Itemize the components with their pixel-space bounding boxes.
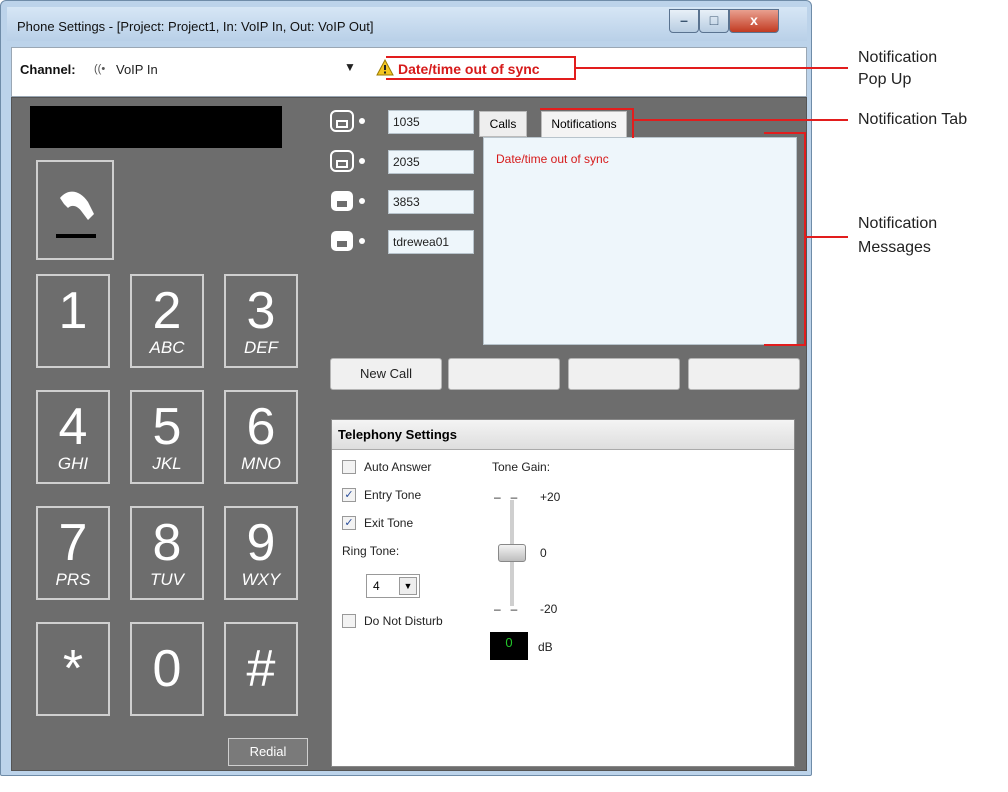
annotation-messages-line2: Messages	[858, 239, 931, 256]
key-digit: 5	[152, 398, 182, 456]
popup-callout-line	[576, 67, 848, 69]
key-hash[interactable]: #	[224, 622, 298, 716]
handset-off-hook-icon	[56, 191, 96, 238]
key-9[interactable]: 9 WXY	[224, 506, 298, 600]
phone-idle-icon[interactable]	[330, 150, 370, 172]
dial-display	[30, 106, 282, 148]
minimize-icon: –	[680, 12, 688, 28]
key-letters: PRS	[55, 570, 91, 589]
key-3[interactable]: 3 DEF	[224, 274, 298, 368]
redial-button[interactable]: Redial	[228, 738, 308, 766]
key-digit: 4	[58, 398, 88, 456]
minimize-button[interactable]: –	[669, 9, 699, 33]
chevron-down-icon[interactable]: ▼	[344, 60, 356, 74]
tab-highlight	[540, 108, 634, 138]
chevron-down-icon[interactable]: ▼	[399, 577, 417, 595]
messages-callout-line	[806, 236, 848, 238]
annotation-popup-line2: Pop Up	[858, 71, 912, 88]
entry-tone-label: Entry Tone	[364, 488, 422, 502]
line-4-field[interactable]: tdrewea01	[388, 230, 474, 254]
maximize-button[interactable]: □	[699, 9, 729, 33]
gain-mid-label: 0	[540, 546, 547, 560]
key-letters: TUV	[150, 570, 184, 589]
action-button-2[interactable]	[448, 358, 560, 390]
key-digit: 6	[246, 398, 276, 456]
gain-unit-label: dB	[538, 640, 553, 654]
action-button-3[interactable]	[568, 358, 680, 390]
hook-button[interactable]	[36, 160, 114, 260]
key-letters: MNO	[241, 454, 281, 473]
ring-tone-label: Ring Tone:	[342, 544, 400, 558]
auto-answer-checkbox[interactable]	[342, 460, 356, 474]
key-1[interactable]: 1	[36, 274, 110, 368]
key-digit: 3	[246, 282, 276, 340]
tone-gain-label: Tone Gain:	[492, 460, 551, 474]
phone-settings-window: Phone Settings - [Project: Project1, In:…	[0, 0, 812, 776]
ring-tone-select[interactable]: 4 ▼	[366, 574, 420, 598]
line-2-field[interactable]: 2035	[388, 150, 474, 174]
tone-gain-slider-thumb[interactable]	[498, 544, 526, 562]
gain-value-display: 0	[490, 632, 528, 660]
channel-label: Channel:	[20, 62, 76, 77]
maximize-icon: □	[709, 12, 719, 28]
close-icon: x	[750, 12, 758, 28]
line-3-field[interactable]: 3853	[388, 190, 474, 214]
do-not-disturb-checkbox[interactable]	[342, 614, 356, 628]
key-4[interactable]: 4 GHI	[36, 390, 110, 484]
key-5[interactable]: 5 JKL	[130, 390, 204, 484]
key-6[interactable]: 6 MNO	[224, 390, 298, 484]
audio-stream-icon: ((•	[94, 63, 106, 75]
key-digit: 0	[152, 640, 182, 698]
annotation-tab: Notification Tab	[858, 111, 968, 128]
key-letters: DEF	[244, 338, 278, 357]
messages-highlight	[764, 132, 806, 346]
notification-messages: Date/time out of sync	[483, 137, 797, 345]
key-letters: GHI	[57, 454, 89, 473]
tab-callout-line	[634, 119, 848, 121]
phone-active-icon[interactable]	[330, 230, 370, 252]
key-digit: 9	[246, 514, 276, 572]
key-7[interactable]: 7 PRS	[36, 506, 110, 600]
key-0[interactable]: 0	[130, 622, 204, 716]
key-digit: 1	[58, 282, 88, 340]
auto-answer-label: Auto Answer	[364, 460, 432, 474]
line-1-field[interactable]: 1035	[388, 110, 474, 134]
channel-select[interactable]: VoIP In	[116, 62, 158, 77]
key-2[interactable]: 2 ABC	[130, 274, 204, 368]
action-button-4[interactable]	[688, 358, 800, 390]
close-button[interactable]: x	[729, 9, 779, 33]
window-title: Phone Settings - [Project: Project1, In:…	[17, 19, 374, 34]
key-8[interactable]: 8 TUV	[130, 506, 204, 600]
key-digit: #	[246, 640, 276, 698]
key-star[interactable]: *	[36, 622, 110, 716]
key-digit: 8	[152, 514, 182, 572]
phone-idle-icon[interactable]	[330, 110, 370, 132]
key-letters: ABC	[149, 338, 185, 357]
key-digit: 2	[152, 282, 182, 340]
do-not-disturb-label: Do Not Disturb	[364, 614, 443, 628]
telephony-settings-panel: Telephony Settings Auto Answer ✓ Entry T…	[331, 419, 795, 767]
tab-calls[interactable]: Calls	[479, 111, 527, 137]
new-call-button[interactable]: New Call	[330, 358, 442, 390]
telephony-settings-title: Telephony Settings	[332, 420, 794, 450]
key-letters: WXY	[241, 570, 281, 589]
exit-tone-label: Exit Tone	[364, 516, 414, 530]
key-digit: 7	[58, 514, 88, 572]
key-digit: *	[62, 640, 84, 698]
annotation-popup-line1: Notification	[858, 49, 938, 66]
notification-message: Date/time out of sync	[496, 152, 609, 166]
title-bar[interactable]: Phone Settings - [Project: Project1, In:…	[7, 7, 807, 41]
phone-active-icon[interactable]	[330, 190, 370, 212]
key-letters: JKL	[152, 454, 182, 473]
gain-max-label: +20	[540, 490, 561, 504]
exit-tone-checkbox[interactable]: ✓	[342, 516, 356, 530]
gain-min-label: -20	[540, 602, 558, 616]
annotation-messages-line1: Notification	[858, 215, 938, 232]
entry-tone-checkbox[interactable]: ✓	[342, 488, 356, 502]
ring-tone-value: 4	[373, 579, 380, 593]
popup-highlight	[386, 56, 576, 80]
